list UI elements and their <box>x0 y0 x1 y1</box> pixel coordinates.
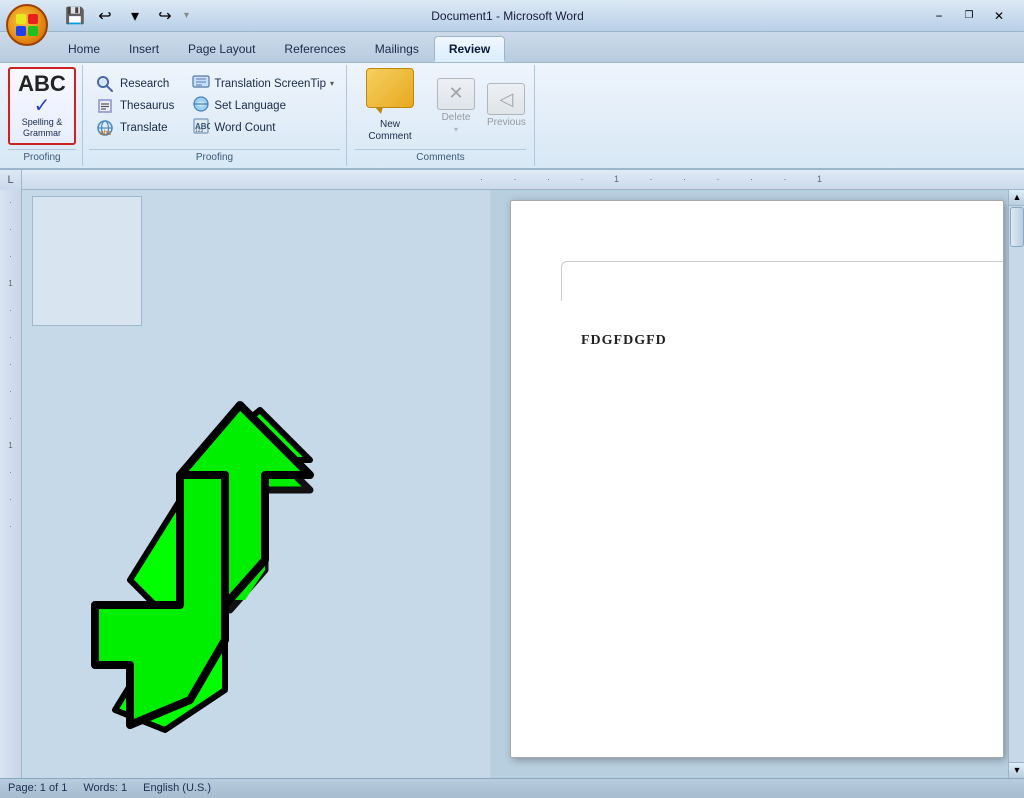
tab-review[interactable]: Review <box>434 36 505 62</box>
set-language-label: Set Language <box>214 100 286 112</box>
document-area: ···1·····1··· FDGFDGFD ▲ <box>0 190 1024 778</box>
tab-bar: Home Insert Page Layout References Maili… <box>0 32 1024 62</box>
word-count-status: Words: 1 <box>83 782 127 794</box>
document-text: FDGFDGFD <box>581 333 667 348</box>
translate-icon: abc <box>95 118 115 138</box>
tab-insert[interactable]: Insert <box>115 36 173 62</box>
translation-screentip-button[interactable]: Translation ScreenTip ▾ <box>186 74 340 94</box>
svg-text:abc: abc <box>100 130 112 137</box>
delete-comment-button[interactable]: ✕ Delete ▾ <box>437 78 475 134</box>
scrollbar-right[interactable]: ▲ ▼ <box>1008 190 1024 778</box>
thesaurus-icon <box>95 96 115 116</box>
close-button[interactable]: ✕ <box>986 5 1012 27</box>
vertical-ruler: ···1·····1··· <box>0 190 22 778</box>
set-language-icon <box>192 95 210 116</box>
spelling-grammar-button[interactable]: ABC ✓ Spelling &Grammar <box>8 67 76 145</box>
spelling-label: Spelling &Grammar <box>22 117 63 139</box>
comments-group-label: Comments <box>355 149 526 166</box>
comments-group: NewComment ✕ Delete ▾ ◁ Previous Comment… <box>347 65 535 166</box>
tab-mailings[interactable]: Mailings <box>361 36 433 62</box>
translation-screentip-icon <box>192 73 210 94</box>
proofing-group-label: Proofing <box>8 149 76 166</box>
page-info: Page: 1 of 1 <box>8 782 67 794</box>
window-title: Document1 - Microsoft Word <box>95 9 920 23</box>
word-count-button[interactable]: ABC123 Word Count <box>186 118 340 138</box>
abc-icon: ABC <box>18 73 66 95</box>
word-count-label: Word Count <box>214 122 275 134</box>
horizontal-ruler: · · · · 1 · · · · · 1 <box>22 170 1024 189</box>
document-sidebar <box>22 190 490 778</box>
title-bar: 💾 ↩ ▾ ↪ ▾ Document1 - Microsoft Word − ❐… <box>0 0 1024 32</box>
document-content: FDGFDGFD <box>581 331 667 349</box>
translation-screentip-label: Translation ScreenTip <box>214 78 326 90</box>
set-language-button[interactable]: Set Language <box>186 96 340 116</box>
scrollbar-thumb[interactable] <box>1010 207 1024 247</box>
document-page[interactable]: FDGFDGFD <box>510 200 1004 758</box>
tab-page-layout[interactable]: Page Layout <box>174 36 269 62</box>
proofing-col-right: Translation ScreenTip ▾ Set Language ABC… <box>186 67 340 145</box>
proofing-col-left: Research Thesaurus abc Translate <box>89 67 180 145</box>
proofing-group: ABC ✓ Spelling &Grammar Proofing <box>4 65 83 166</box>
research-label: Research <box>120 78 169 90</box>
new-comment-button[interactable]: NewComment <box>355 68 425 143</box>
language-status: English (U.S.) <box>143 782 211 794</box>
restore-button[interactable]: ❐ <box>956 5 982 27</box>
research-button[interactable]: Research <box>89 74 180 94</box>
proofing-small-buttons: Research Thesaurus abc Translate <box>83 65 347 166</box>
page-thumbnail <box>32 196 142 326</box>
thesaurus-button[interactable]: Thesaurus <box>89 96 180 116</box>
tab-home[interactable]: Home <box>54 36 114 62</box>
previous-icon: ◁ <box>487 83 525 115</box>
tab-references[interactable]: References <box>270 36 359 62</box>
new-comment-icon <box>366 68 414 108</box>
status-bar: Page: 1 of 1 Words: 1 English (U.S.) <box>0 778 1024 798</box>
ribbon: Home Insert Page Layout References Maili… <box>0 32 1024 170</box>
word-count-icon: ABC123 <box>192 117 210 138</box>
svg-text:123: 123 <box>195 128 204 134</box>
scrollbar-down-arrow[interactable]: ▼ <box>1009 762 1024 778</box>
minimize-button[interactable]: − <box>926 5 952 27</box>
translate-button[interactable]: abc Translate <box>89 118 180 138</box>
checkmark-icon: ✓ <box>34 96 51 116</box>
translation-dropdown-arrow: ▾ <box>330 79 334 88</box>
thesaurus-label: Thesaurus <box>120 100 174 112</box>
previous-comment-button[interactable]: ◁ Previous <box>487 83 526 128</box>
proofing-group-label-2: Proofing <box>89 149 340 166</box>
translate-label: Translate <box>120 122 168 134</box>
ribbon-content: ABC ✓ Spelling &Grammar Proofing Researc… <box>0 62 1024 168</box>
save-button[interactable]: 💾 <box>62 5 88 27</box>
delete-icon: ✕ <box>437 78 475 110</box>
ruler-corner[interactable]: L <box>0 170 22 190</box>
research-icon <box>95 74 115 94</box>
scrollbar-up-arrow[interactable]: ▲ <box>1009 190 1024 206</box>
office-button[interactable] <box>6 4 48 46</box>
